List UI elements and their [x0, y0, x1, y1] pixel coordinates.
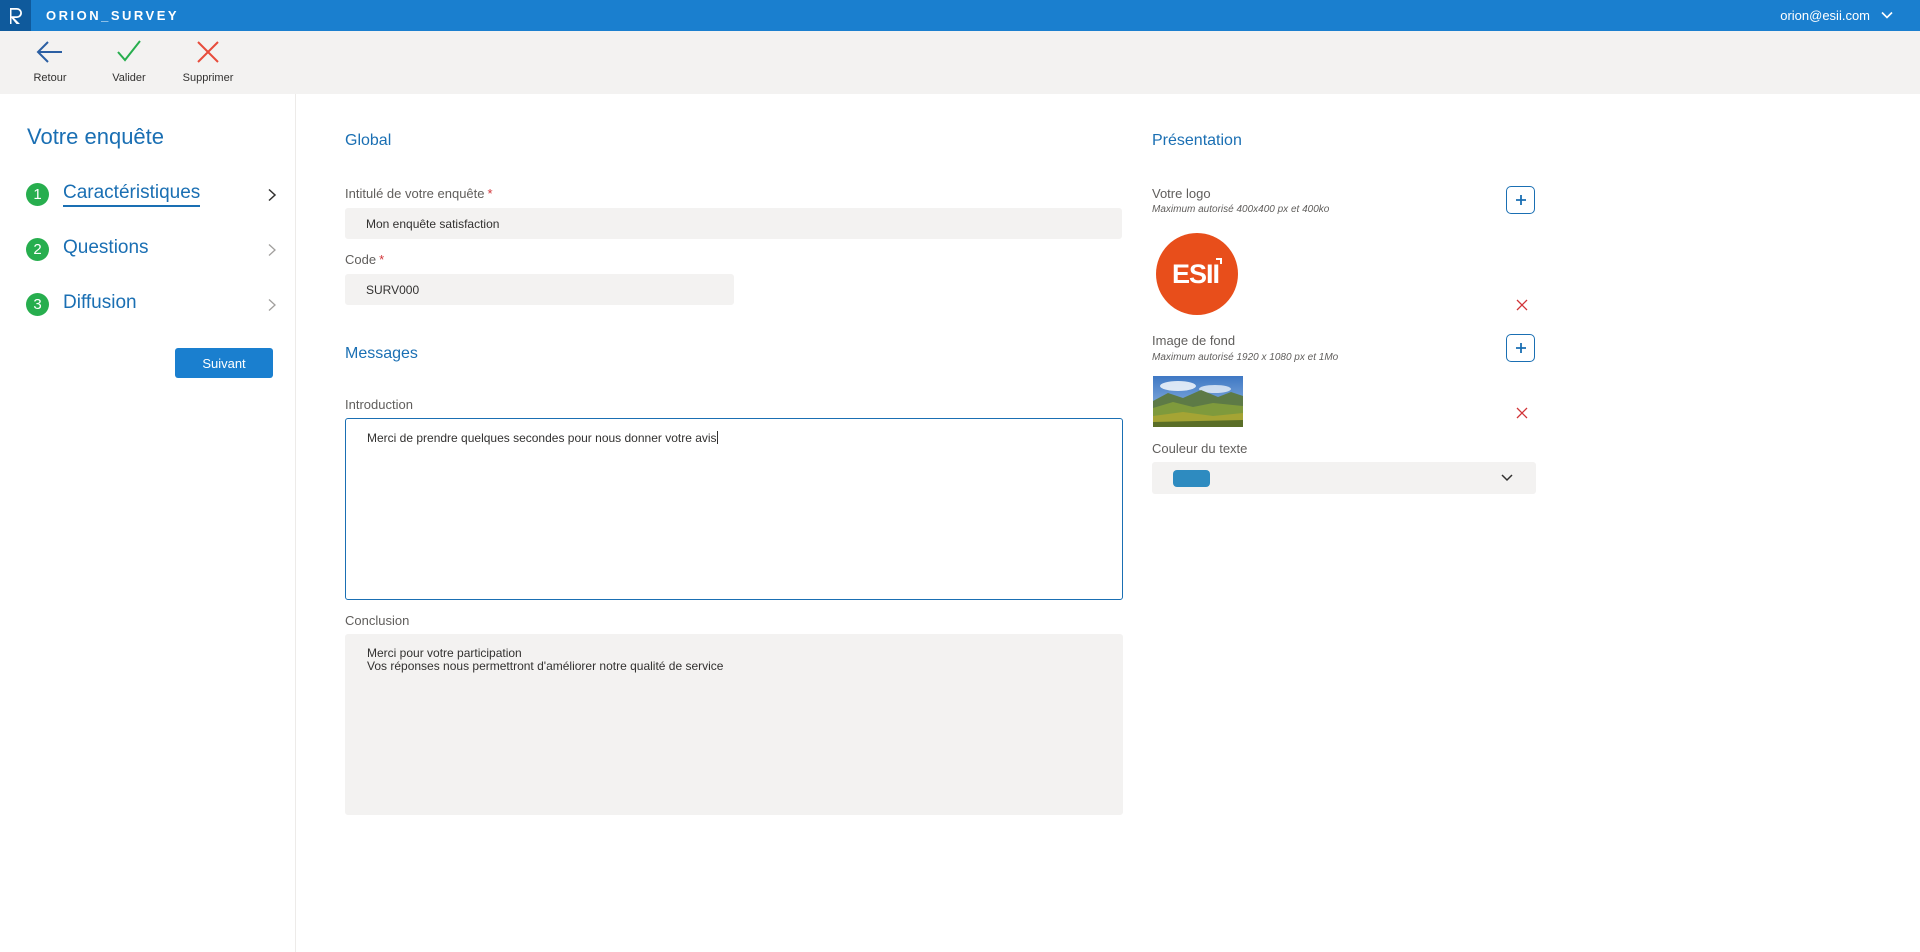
add-background-button[interactable] — [1506, 334, 1535, 362]
code-input[interactable]: SURV000 — [345, 274, 734, 305]
delete-button[interactable]: Supprimer — [173, 37, 243, 84]
text-color-label: Couleur du texte — [1152, 441, 1248, 456]
remove-logo-icon[interactable] — [1515, 298, 1529, 312]
validate-label: Valider — [112, 72, 146, 84]
color-swatch — [1173, 470, 1210, 487]
background-image-preview — [1153, 376, 1243, 427]
plus-icon — [1515, 195, 1526, 205]
close-icon — [197, 41, 219, 63]
action-toolbar: Retour Valider Supprimer — [0, 31, 1920, 94]
required-mark: * — [487, 186, 493, 201]
survey-title-label: Intitulé de votre enquête * — [345, 186, 493, 201]
label-text: Code — [345, 252, 377, 267]
step-number: 3 — [26, 293, 49, 316]
required-mark: * — [379, 252, 385, 267]
text-caret — [716, 431, 718, 444]
sidebar-title: Votre enquête — [27, 124, 165, 149]
validate-button[interactable]: Valider — [94, 37, 164, 84]
chevron-right-icon — [268, 299, 276, 311]
top-bar: ORION_SURVEY orion@esii.com — [0, 0, 1920, 31]
next-button[interactable]: Suivant — [175, 348, 273, 378]
logo-label: Votre logo — [1152, 186, 1211, 201]
intro-label: Introduction — [345, 397, 413, 412]
back-button[interactable]: Retour — [15, 37, 85, 84]
app-name: ORION_SURVEY — [46, 8, 180, 23]
step-diffusion[interactable]: 3 Diffusion — [26, 292, 278, 322]
label-text: Intitulé de votre enquête — [345, 186, 485, 201]
conclusion-label: Conclusion — [345, 613, 410, 628]
survey-title-input[interactable]: Mon enquête satisfaction — [345, 208, 1122, 239]
landscape-image — [1153, 376, 1243, 427]
app-logo-icon[interactable] — [0, 0, 31, 31]
wizard-sidebar: Votre enquête 1 Caractéristiques 2 Quest… — [0, 94, 296, 952]
step-number: 2 — [26, 238, 49, 261]
add-logo-button[interactable] — [1506, 186, 1535, 214]
step-label: Diffusion — [63, 292, 137, 313]
remove-background-icon[interactable] — [1515, 406, 1529, 420]
background-hint: Maximum autorisé 1920 x 1080 px et 1Mo — [1152, 352, 1339, 363]
step-label: Questions — [63, 237, 149, 258]
user-menu[interactable]: orion@esii.com — [1780, 8, 1870, 23]
logo-hint: Maximum autorisé 400x400 px et 400ko — [1152, 204, 1330, 215]
arrow-left-icon — [36, 41, 62, 63]
chevron-right-icon — [268, 188, 277, 202]
step-label: Caractéristiques — [63, 182, 201, 207]
background-label: Image de fond — [1152, 333, 1236, 348]
checkmark-icon — [117, 40, 141, 62]
intro-textarea[interactable]: Merci de prendre quelques secondes pour … — [345, 418, 1123, 600]
delete-label: Supprimer — [182, 72, 234, 84]
section-title-messages: Messages — [345, 345, 418, 362]
chevron-down-icon — [1501, 474, 1513, 482]
back-label: Retour — [33, 72, 67, 84]
text-color-dropdown[interactable] — [1152, 462, 1536, 494]
step-questions[interactable]: 2 Questions — [26, 237, 278, 267]
chevron-down-icon[interactable] — [1880, 8, 1894, 22]
plus-icon — [1515, 343, 1526, 353]
section-title-global: Global — [345, 132, 392, 149]
logo-preview: ESII — [1156, 233, 1238, 315]
step-number: 1 — [26, 183, 49, 206]
logo-text: ESII — [1172, 259, 1220, 289]
conclusion-textarea[interactable]: Merci pour votre participation Vos répon… — [345, 634, 1123, 815]
step-characteristics[interactable]: 1 Caractéristiques — [26, 182, 278, 212]
section-title-presentation: Présentation — [1152, 132, 1242, 149]
logo-corner-mark — [1216, 258, 1222, 264]
chevron-right-icon — [268, 244, 276, 256]
intro-text: Merci de prendre quelques secondes pour … — [367, 431, 717, 445]
code-label: Code * — [345, 252, 384, 267]
